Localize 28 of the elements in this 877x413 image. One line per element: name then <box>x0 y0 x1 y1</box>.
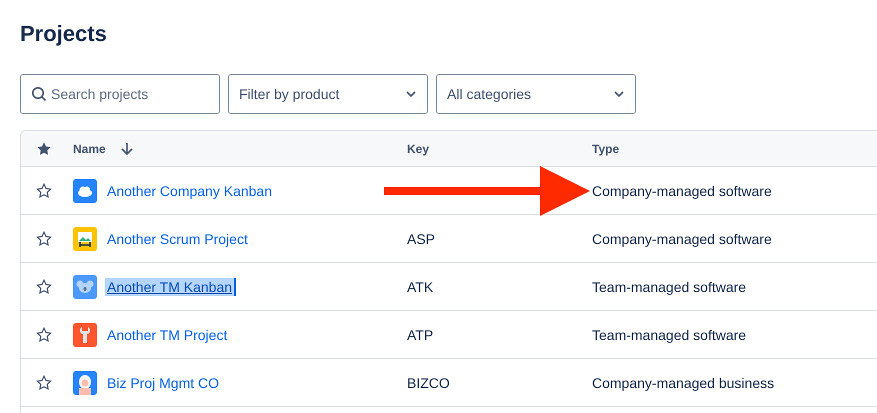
column-header[interactable]: Key <box>407 142 430 156</box>
project-link[interactable]: Another Scrum Project <box>105 230 250 248</box>
page-title: Projects <box>20 20 108 48</box>
star-outline-icon[interactable] <box>35 326 53 344</box>
star-outline-icon[interactable] <box>35 230 53 248</box>
project-key: BIZCO <box>407 374 450 390</box>
project-type: Team-managed software <box>592 326 746 342</box>
search-icon <box>31 86 47 102</box>
project-type: Company-managed business <box>592 374 774 390</box>
sort-down-icon[interactable] <box>120 142 134 156</box>
star-outline-icon[interactable] <box>35 374 53 392</box>
project-key: ATP <box>407 326 434 342</box>
project-type: Company-managed software <box>592 230 772 246</box>
project-type: Company-managed software <box>592 182 772 198</box>
column-header[interactable]: Type <box>592 142 620 156</box>
star-outline-icon[interactable] <box>35 182 53 200</box>
search-field[interactable]: Search projects <box>20 74 220 114</box>
star-outline-icon[interactable] <box>35 278 53 296</box>
project-key: ASP <box>407 230 436 246</box>
project-link[interactable]: Biz Proj Mgmt CO <box>105 374 222 392</box>
project-key: ATK <box>407 278 434 294</box>
project-link[interactable]: Another TM Project <box>105 326 230 344</box>
project-link[interactable]: Another TM Kanban <box>105 278 236 296</box>
product-dropdown[interactable]: Filter by product <box>228 74 428 114</box>
project-link[interactable]: Another Company Kanban <box>105 182 274 200</box>
category-dropdown[interactable]: All categories <box>436 74 636 114</box>
column-header[interactable]: Name <box>73 142 106 156</box>
project-type: Team-managed software <box>592 278 746 294</box>
